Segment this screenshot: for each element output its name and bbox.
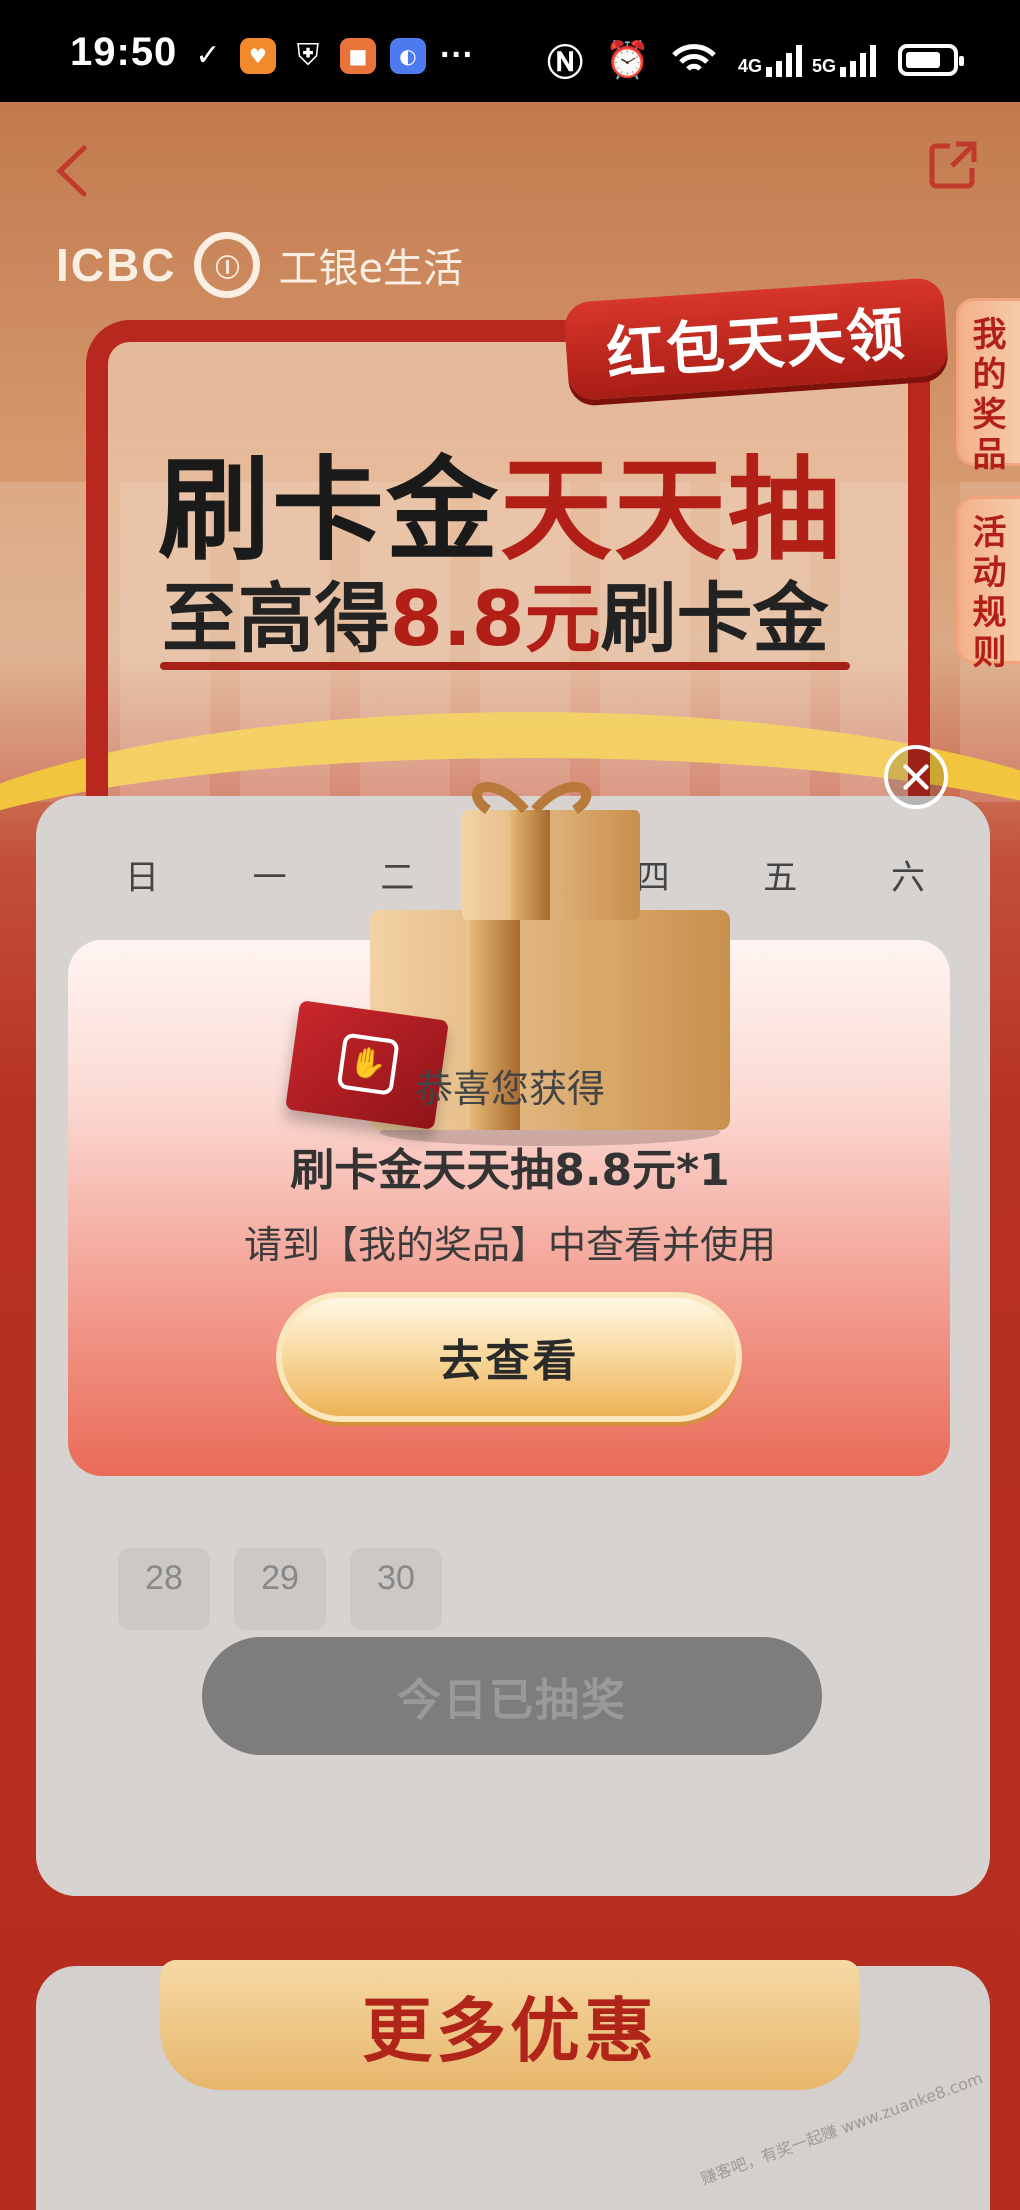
modal-hint: 请到【我的奖品】中查看并使用 — [243, 1223, 776, 1267]
subheadline-prefix: 至高得 — [162, 574, 390, 663]
more-offers-title: 更多优惠 — [160, 1960, 860, 2090]
day-cell-29: 29 — [234, 1548, 326, 1630]
more-notifications: ··· — [440, 36, 474, 74]
day-cell-30: 30 — [350, 1548, 442, 1630]
heart-app-icon: ♥ — [240, 37, 276, 74]
my-prizes-tab[interactable]: 我的奖品 — [956, 298, 1020, 475]
rules-tab[interactable]: 活动规则 — [956, 496, 1020, 673]
brand-name: 工银e生活 — [278, 246, 464, 292]
weekday-sat: 六 — [890, 858, 925, 898]
my-prizes-label: 我的奖品 — [972, 315, 1007, 475]
alarm-icon: ⏰ — [605, 39, 650, 80]
gift-app-icon: ■ — [340, 37, 376, 74]
headline-underline — [160, 662, 850, 670]
signal-icon: 4G 5G — [738, 43, 876, 77]
weekday-mon: 一 — [252, 858, 287, 898]
weekday-sun: 日 — [125, 858, 159, 898]
status-bar: 19:50 ✓ ♥ ⛨ ■ ◐ ··· Ⓝ ⏰ 4G 5G — [0, 0, 1020, 102]
nfc-icon: Ⓝ — [547, 42, 584, 83]
notification-icons: ✓ ♥ ⛨ ■ ◐ ··· — [190, 36, 474, 75]
status-time: 19:50 — [70, 30, 178, 74]
modal-congrats: 恭喜您获得 — [414, 1067, 605, 1111]
browser-app-icon: ◐ — [390, 37, 426, 74]
battery-icon — [898, 44, 964, 76]
view-prize-button[interactable]: 去查看 — [276, 1292, 742, 1422]
rules-label: 活动规则 — [972, 513, 1007, 673]
weekday-fri: 五 — [763, 858, 798, 898]
system-icons: Ⓝ ⏰ 4G 5G — [547, 34, 964, 86]
icbc-logo-icon: Ⓘ — [194, 232, 261, 298]
drawn-today-button[interactable]: 今日已抽奖 — [202, 1637, 822, 1755]
brand-bar: ICBC Ⓘ 工银e生活 — [56, 232, 463, 298]
modal-prize: 刷卡金天天抽8.8元*1 — [290, 1145, 730, 1196]
day-cell-28: 28 — [118, 1548, 210, 1630]
subheadline-suffix: 刷卡金 — [600, 574, 829, 663]
subheadline-amount: 8.8元 — [390, 574, 601, 663]
back-icon[interactable] — [50, 144, 94, 198]
wifi-icon — [672, 44, 716, 71]
close-icon[interactable] — [884, 745, 948, 809]
shield-app-icon: ⛨ — [296, 38, 320, 73]
share-icon[interactable] — [926, 138, 980, 192]
brand-icbc: ICBC — [56, 239, 177, 291]
subheadline: 至高得8.8元刷卡金 — [162, 557, 829, 667]
pay-icon: ✓ — [195, 38, 221, 73]
